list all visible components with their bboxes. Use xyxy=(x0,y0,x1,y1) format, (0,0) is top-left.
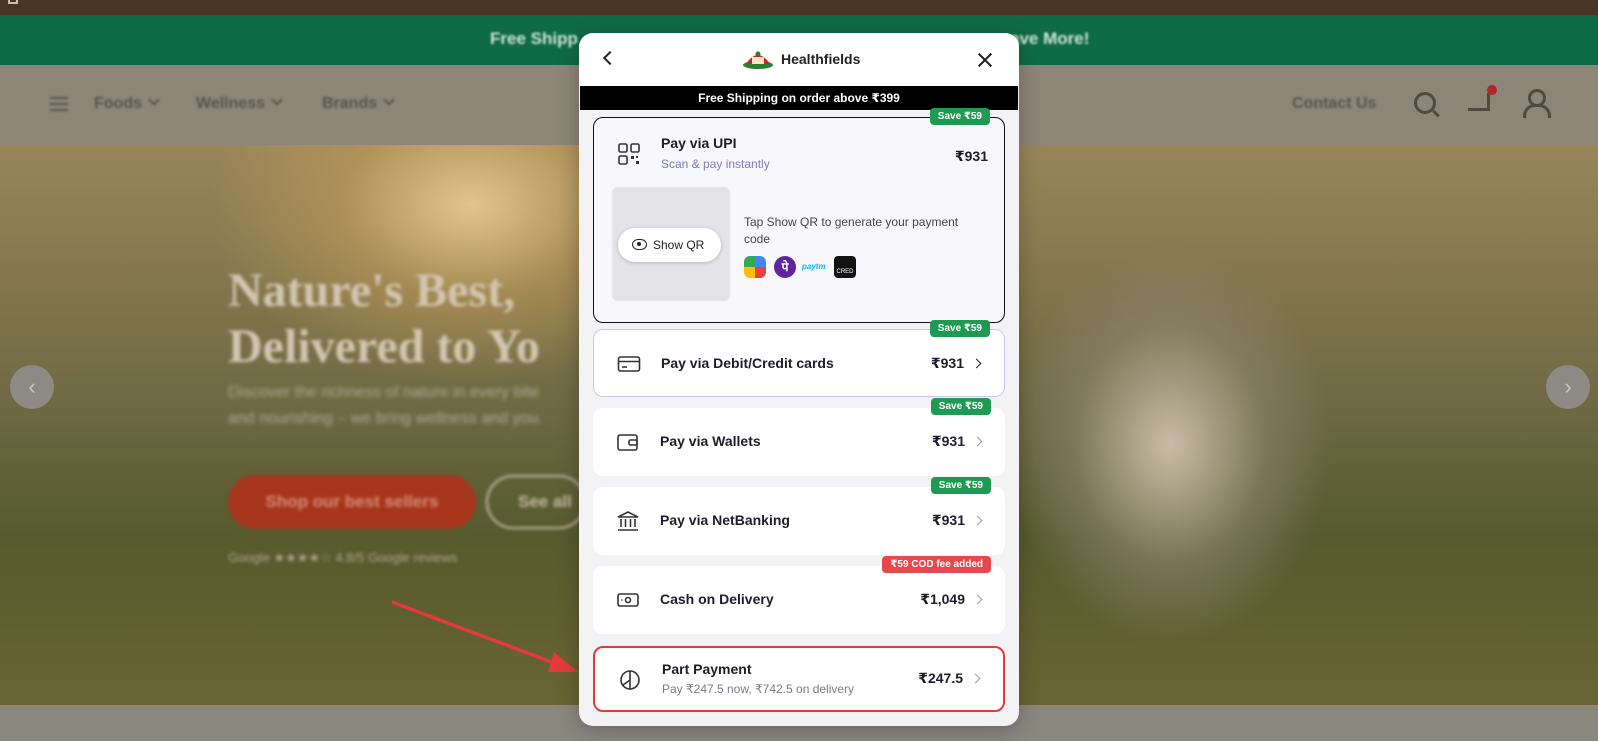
method-amount: ₹1,049 xyxy=(920,591,965,607)
method-title: Pay via Wallets xyxy=(660,433,761,449)
method-amount: ₹931 xyxy=(930,355,964,371)
paytm-icon: paytm xyxy=(802,262,826,271)
eye-icon xyxy=(632,239,647,250)
part-payment-subtitle: Pay ₹247.5 now, ₹742.5 on delivery xyxy=(662,682,855,696)
hero-title-line: Nature's Best, xyxy=(228,264,516,317)
method-amount: ₹931 xyxy=(931,512,965,528)
save-badge: Save ₹59 xyxy=(930,477,991,494)
method-title: Pay via Debit/Credit cards xyxy=(661,355,834,371)
upi-subtitle: Scan & pay instantly xyxy=(661,157,770,171)
phonepe-icon: पे xyxy=(774,256,796,278)
chevron-down-icon xyxy=(148,94,160,106)
chevron-right-icon xyxy=(972,436,983,447)
payment-modal: Healthfields Free Shipping on order abov… xyxy=(579,33,1019,726)
method-title: Cash on Delivery xyxy=(660,591,774,607)
show-qr-button[interactable]: Show QR xyxy=(618,228,721,262)
cod-fee-badge: ₹59 COD fee added xyxy=(882,556,991,573)
user-icon[interactable] xyxy=(1522,89,1551,118)
save-badge: Save ₹59 xyxy=(929,320,990,337)
shop-best-sellers-button[interactable]: Shop our best sellers xyxy=(228,475,476,529)
nav-item-wellness[interactable]: Wellness xyxy=(196,94,283,113)
save-badge: Save ₹59 xyxy=(930,398,991,415)
show-qr-label: Show QR xyxy=(653,238,705,252)
nav-item-label: Wellness xyxy=(196,95,266,112)
annotation-arrow xyxy=(391,600,578,672)
gpay-icon xyxy=(744,256,766,278)
netbanking-payment-option[interactable]: Save ₹59 Pay via NetBanking ₹931 xyxy=(593,477,1005,555)
chevron-right-icon xyxy=(970,673,981,684)
hero-title: Nature's Best, Delivered to Yo xyxy=(228,263,540,375)
promo-text-left: Free Shipp xyxy=(490,29,578,48)
see-all-button[interactable]: See all xyxy=(486,475,586,529)
part-payment-title: Part Payment xyxy=(662,661,752,677)
method-title: Pay via NetBanking xyxy=(660,512,790,528)
search-icon[interactable] xyxy=(1414,92,1436,114)
qr-code-icon xyxy=(618,143,640,165)
part-payment-option[interactable]: Part Payment Pay ₹247.5 now, ₹742.5 on d… xyxy=(593,646,1005,712)
upi-payment-card[interactable]: Save ₹59 Pay via UPI Scan & pay instantl… xyxy=(593,108,1005,323)
cart-badge xyxy=(1487,85,1497,95)
carousel-next-button[interactable]: › xyxy=(1546,365,1590,409)
chevron-right-icon xyxy=(971,358,982,369)
cards-payment-option[interactable]: Save ₹59 Pay via Debit/Credit cards ₹931 xyxy=(593,320,1005,397)
shipping-banner: Free Shipping on order above ₹399 xyxy=(580,86,1018,110)
nav-item-label: Foods xyxy=(94,95,142,112)
healthfields-logo xyxy=(743,51,773,69)
brand-name: Healthfields xyxy=(781,51,861,67)
hero-title-line: Delivered to Yo xyxy=(228,320,540,373)
cart-icon[interactable] xyxy=(1468,85,1497,111)
hero-description: Discover the richness of nature in every… xyxy=(228,384,543,427)
qr-hint: Tap Show QR to generate your payment cod… xyxy=(744,215,959,246)
promo-text-right: ave More! xyxy=(1010,29,1090,48)
upi-title: Pay via UPI xyxy=(661,135,737,151)
chevron-right-icon xyxy=(972,594,983,605)
nav-contact-link[interactable]: Contact Us xyxy=(1292,95,1376,113)
cod-payment-option[interactable]: ₹59 COD fee added Cash on Delivery ₹1,04… xyxy=(593,556,1005,634)
cash-icon xyxy=(617,593,639,607)
upi-amount: ₹931 xyxy=(954,148,988,164)
wallet-icon xyxy=(617,434,638,451)
nav-item-label: Brands xyxy=(322,95,378,112)
carousel-prev-button[interactable]: ‹ xyxy=(10,365,54,409)
close-icon[interactable] xyxy=(977,52,993,68)
nav-item-brands[interactable]: Brands xyxy=(322,94,395,113)
bank-icon xyxy=(617,511,639,531)
credit-card-icon xyxy=(617,356,641,372)
back-chevron-icon[interactable] xyxy=(602,50,618,66)
chevron-down-icon xyxy=(271,94,283,106)
hero-rating: Google ★★★★☆ 4.8/5 Google reviews xyxy=(228,550,458,565)
browser-topbar xyxy=(0,0,1598,15)
window-icon xyxy=(8,0,18,4)
chevron-right-icon xyxy=(972,515,983,526)
cred-icon: CRED xyxy=(834,256,856,278)
part-payment-amount: ₹247.5 xyxy=(918,670,963,686)
modal-header: Healthfields xyxy=(579,33,1019,86)
nav-item-foods[interactable]: Foods xyxy=(94,94,160,113)
method-amount: ₹931 xyxy=(931,433,965,449)
wallets-payment-option[interactable]: Save ₹59 Pay via Wallets ₹931 xyxy=(593,398,1005,476)
chevron-down-icon xyxy=(383,94,395,106)
hamburger-icon[interactable] xyxy=(50,97,68,111)
pie-split-icon xyxy=(620,670,640,690)
save-badge: Save ₹59 xyxy=(929,108,990,125)
